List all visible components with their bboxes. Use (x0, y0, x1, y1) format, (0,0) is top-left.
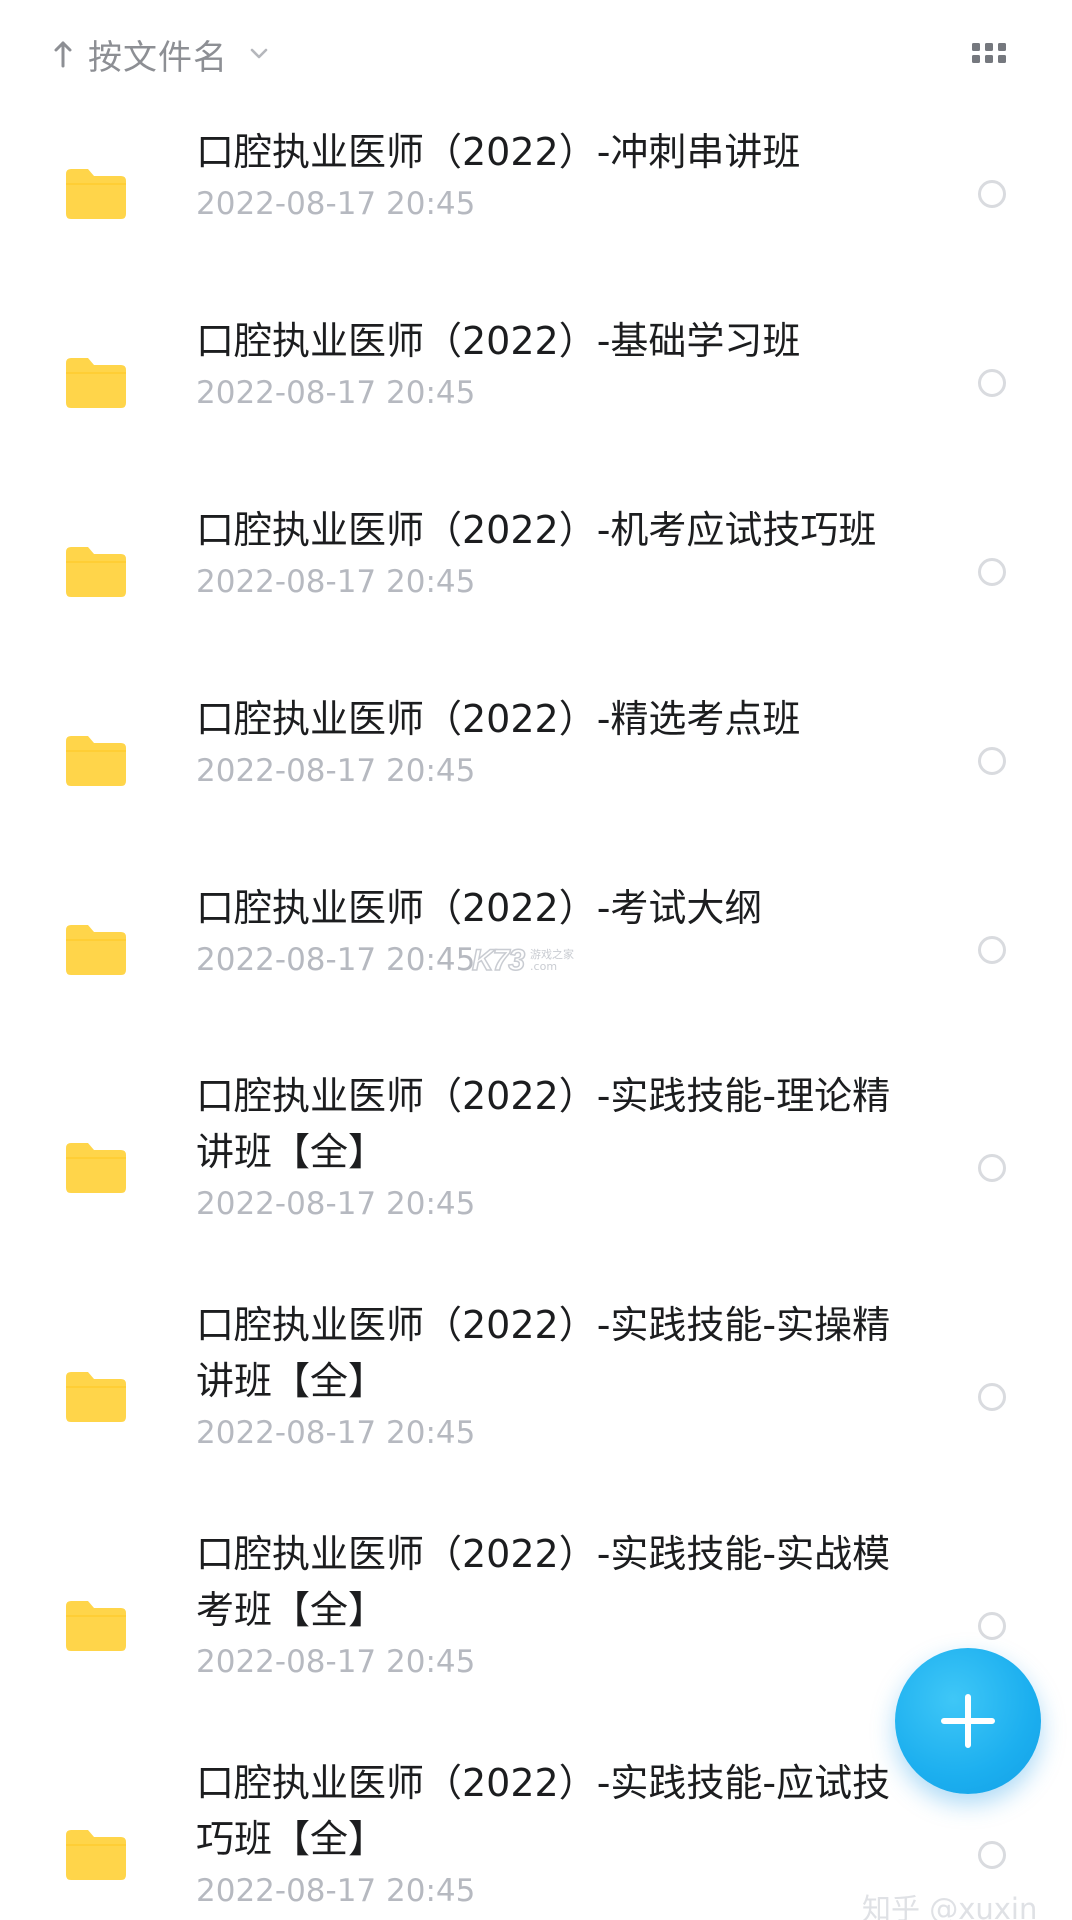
k73-logo: K73 (471, 943, 526, 978)
select-radio[interactable] (978, 558, 1006, 586)
file-name: 口腔执业医师（2022）-基础学习班 (196, 319, 801, 363)
folder-icon (66, 1601, 126, 1651)
file-row[interactable]: 口腔执业医师（2022）-基础学习班 2022-08-17 20:45 (0, 313, 1072, 483)
folder-icon (66, 358, 126, 408)
select-radio[interactable] (978, 747, 1006, 775)
file-name: 口腔执业医师（2022）-冲刺串讲班 (196, 130, 801, 174)
file-name: 口腔执业医师（2022）-实践技能-应试技巧班【全】 (196, 1761, 891, 1861)
file-date: 2022-08-17 20:45 (196, 186, 476, 222)
file-name: 口腔执业医师（2022）-机考应试技巧班 (196, 508, 877, 552)
folder-icon (66, 547, 126, 597)
file-date: 2022-08-17 20:45 (196, 564, 476, 600)
chevron-down-icon (246, 41, 272, 67)
file-name: 口腔执业医师（2022）-实践技能-实战模考班【全】 (196, 1532, 891, 1632)
file-row[interactable]: 口腔执业医师（2022）-精选考点班 2022-08-17 20:45 (0, 691, 1072, 861)
k73-sub-line2: .com (530, 960, 558, 973)
folder-icon (66, 1830, 126, 1880)
select-radio[interactable] (978, 1383, 1006, 1411)
folder-icon (66, 1372, 126, 1422)
zhihu-watermark: 知乎 @xuxin (862, 1892, 1038, 1920)
file-text: 口腔执业医师（2022）-机考应试技巧班 2022-08-17 20:45 (196, 502, 896, 604)
file-text: 口腔执业医师（2022）-精选考点班 2022-08-17 20:45 (196, 691, 896, 793)
file-browser-screen: 按文件名 口腔执业医师（2022）-冲刺串讲班 2022-08-17 20:45… (0, 0, 1072, 1920)
add-button[interactable] (895, 1648, 1041, 1794)
k73-sub: 游戏之家 .com (530, 949, 574, 973)
file-row[interactable]: 口腔执业医师（2022）-实践技能-实操精讲班【全】 2022-08-17 20… (0, 1297, 1072, 1527)
file-text: 口腔执业医师（2022）-基础学习班 2022-08-17 20:45 (196, 313, 896, 415)
file-name: 口腔执业医师（2022）-精选考点班 (196, 697, 801, 741)
arrow-up-icon (52, 38, 74, 70)
folder-icon (66, 1143, 126, 1193)
file-date: 2022-08-17 20:45 (196, 1415, 476, 1451)
file-date: 2022-08-17 20:45 (196, 375, 476, 411)
file-name: 口腔执业医师（2022）-实践技能-理论精讲班【全】 (196, 1074, 891, 1174)
file-date: 2022-08-17 20:45 (196, 1873, 476, 1909)
select-radio[interactable] (978, 936, 1006, 964)
plus-icon (941, 1694, 995, 1748)
select-radio[interactable] (978, 369, 1006, 397)
k73-watermark: K73 游戏之家 .com (471, 943, 574, 978)
file-row[interactable]: 口腔执业医师（2022）-冲刺串讲班 2022-08-17 20:45 (0, 124, 1072, 294)
file-date: 2022-08-17 20:45 (196, 1186, 476, 1222)
grid-view-icon[interactable] (968, 36, 1012, 70)
file-text: 口腔执业医师（2022）-实践技能-应试技巧班【全】 2022-08-17 20… (196, 1755, 896, 1913)
select-radio[interactable] (978, 1841, 1006, 1869)
sort-by-name-button[interactable]: 按文件名 (52, 30, 272, 78)
file-text: 口腔执业医师（2022）-冲刺串讲班 2022-08-17 20:45 (196, 124, 896, 226)
folder-icon (66, 736, 126, 786)
file-date: 2022-08-17 20:45 (196, 1644, 476, 1680)
select-radio[interactable] (978, 1154, 1006, 1182)
file-row[interactable]: 口腔执业医师（2022）-实践技能-理论精讲班【全】 2022-08-17 20… (0, 1068, 1072, 1298)
sort-label: 按文件名 (88, 37, 228, 78)
file-row[interactable]: 口腔执业医师（2022）-机考应试技巧班 2022-08-17 20:45 (0, 502, 1072, 672)
folder-icon (66, 925, 126, 975)
folder-icon (66, 169, 126, 219)
select-radio[interactable] (978, 180, 1006, 208)
file-text: 口腔执业医师（2022）-实践技能-实操精讲班【全】 2022-08-17 20… (196, 1297, 896, 1455)
file-date: 2022-08-17 20:45 (196, 753, 476, 789)
select-radio[interactable] (978, 1612, 1006, 1640)
file-text: 口腔执业医师（2022）-实践技能-实战模考班【全】 2022-08-17 20… (196, 1526, 896, 1684)
file-text: 口腔执业医师（2022）-实践技能-理论精讲班【全】 2022-08-17 20… (196, 1068, 896, 1226)
sort-toolbar: 按文件名 (0, 0, 1072, 108)
file-name: 口腔执业医师（2022）-考试大纲 (196, 886, 763, 930)
file-name: 口腔执业医师（2022）-实践技能-实操精讲班【全】 (196, 1303, 891, 1403)
